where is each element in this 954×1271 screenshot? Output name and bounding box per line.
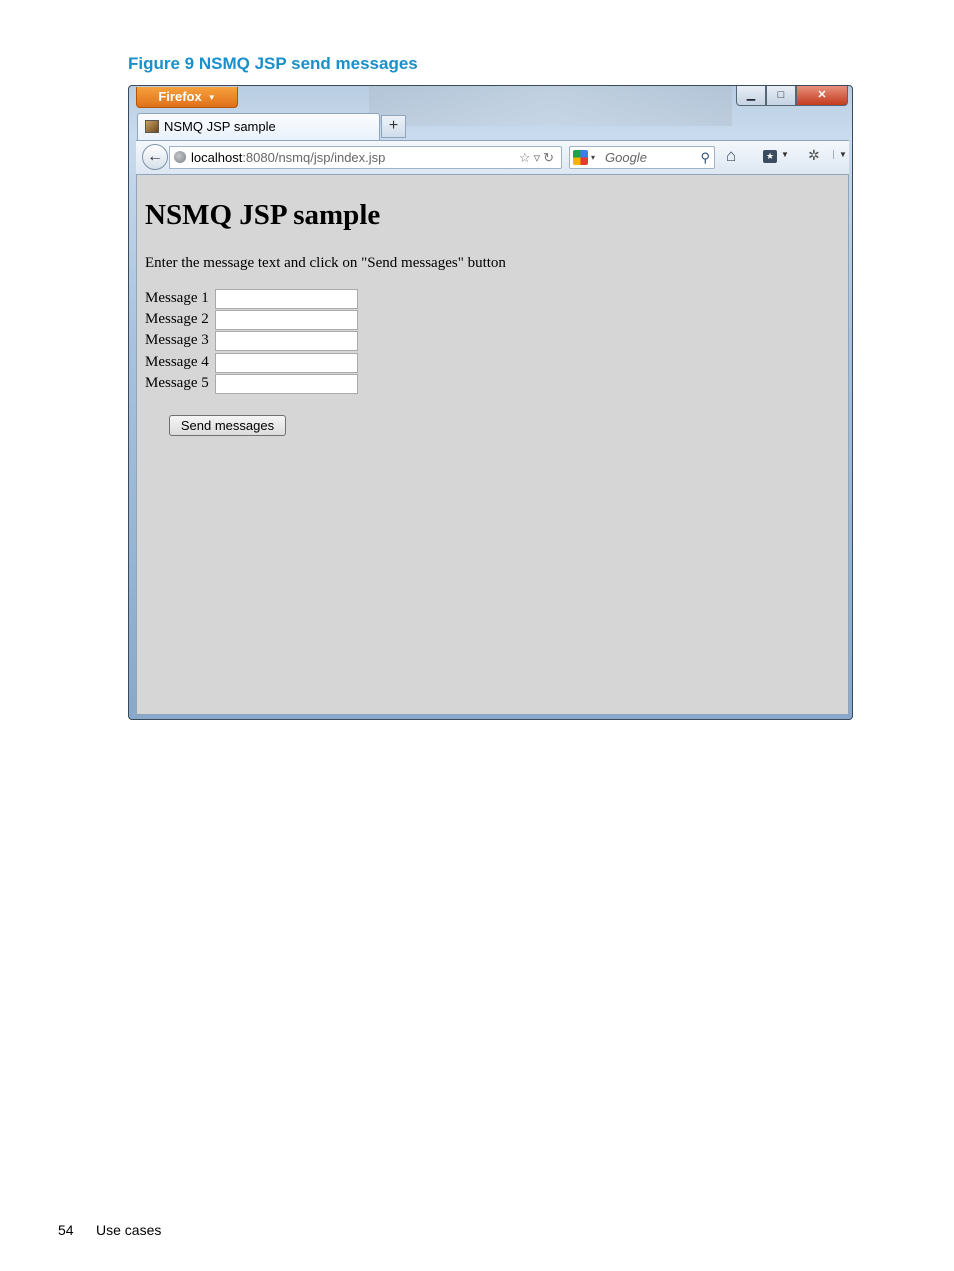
figure-title: Figure 9 NSMQ JSP send messages [128, 54, 418, 73]
message-5-label: Message 5 [145, 375, 209, 391]
section-title: Use cases [96, 1222, 162, 1238]
message-4-input[interactable] [215, 352, 358, 373]
message-row-3: Message 3 [145, 330, 358, 351]
tab-nsmq-jsp-sample[interactable]: NSMQ JSP sample [137, 113, 380, 140]
message-3-input[interactable] [215, 330, 358, 351]
page-content: NSMQ JSP sample Enter the message text a… [136, 174, 849, 715]
search-bar[interactable]: ▾ Google ⚲ [569, 146, 715, 169]
firefox-menu-button[interactable]: Firefox ▼ [136, 87, 238, 108]
new-tab-button[interactable]: + [381, 115, 406, 138]
message-2-label: Message 2 [145, 311, 209, 327]
home-icon[interactable]: ⌂ [726, 146, 736, 166]
bookmarks-icon[interactable]: ★ [763, 150, 777, 163]
url-host: localhost [191, 150, 243, 165]
message-5-input[interactable] [215, 373, 358, 394]
dropdown-arrow-icon[interactable]: ▿ [534, 150, 544, 165]
url-bar-actions: ☆▿↻ [519, 147, 557, 168]
message-2-input[interactable] [215, 309, 358, 330]
page-number: 54 [58, 1222, 74, 1238]
maximize-button[interactable]: □ [766, 86, 796, 106]
send-messages-button[interactable]: Send messages [169, 415, 286, 436]
search-engine-dropdown-icon[interactable]: ▾ [591, 147, 595, 168]
window-controls: ▁ □ ✕ [736, 86, 848, 107]
message-row-4: Message 4 [145, 352, 358, 373]
firefox-menu-label: Firefox [158, 89, 202, 104]
minimize-button[interactable]: ▁ [736, 86, 766, 106]
background-window-blur [369, 86, 732, 126]
chevron-down-icon: ▼ [207, 92, 216, 102]
browser-window: Firefox ▼ ▁ □ ✕ NSMQ JSP sample + ← local… [128, 85, 853, 720]
message-1-label: Message 1 [145, 290, 209, 306]
tab-title: NSMQ JSP sample [164, 119, 276, 134]
close-button[interactable]: ✕ [796, 86, 848, 106]
page-favicon-icon [145, 120, 159, 133]
message-1-input[interactable] [215, 288, 358, 309]
star-icon[interactable]: ☆ [519, 150, 534, 165]
message-3-label: Message 3 [145, 332, 209, 348]
bookmarks-dropdown-icon[interactable]: ▼ [781, 150, 789, 159]
toolbar-overflow-icon[interactable]: ▼ [833, 150, 847, 159]
back-arrow-icon[interactable]: ← [142, 144, 168, 170]
message-row-5: Message 5 [145, 373, 358, 394]
addon-icon[interactable]: ✲ [808, 147, 820, 164]
navigation-toolbar: ← localhost:8080/nsmq/jsp/index.jsp ☆▿↻ … [136, 140, 849, 174]
message-4-label: Message 4 [145, 354, 209, 370]
reload-icon[interactable]: ↻ [543, 150, 557, 165]
url-bar[interactable]: localhost:8080/nsmq/jsp/index.jsp ☆▿↻ [169, 146, 562, 169]
page-heading: NSMQ JSP sample [145, 199, 381, 231]
instruction-text: Enter the message text and click on "Sen… [145, 255, 506, 271]
message-row-2: Message 2 [145, 309, 358, 330]
google-icon[interactable] [573, 150, 588, 165]
message-row-1: Message 1 [145, 288, 358, 309]
globe-icon [174, 151, 186, 163]
search-placeholder: Google [605, 150, 647, 165]
search-icon[interactable]: ⚲ [700, 147, 710, 168]
url-path: :8080/nsmq/jsp/index.jsp [242, 150, 386, 165]
